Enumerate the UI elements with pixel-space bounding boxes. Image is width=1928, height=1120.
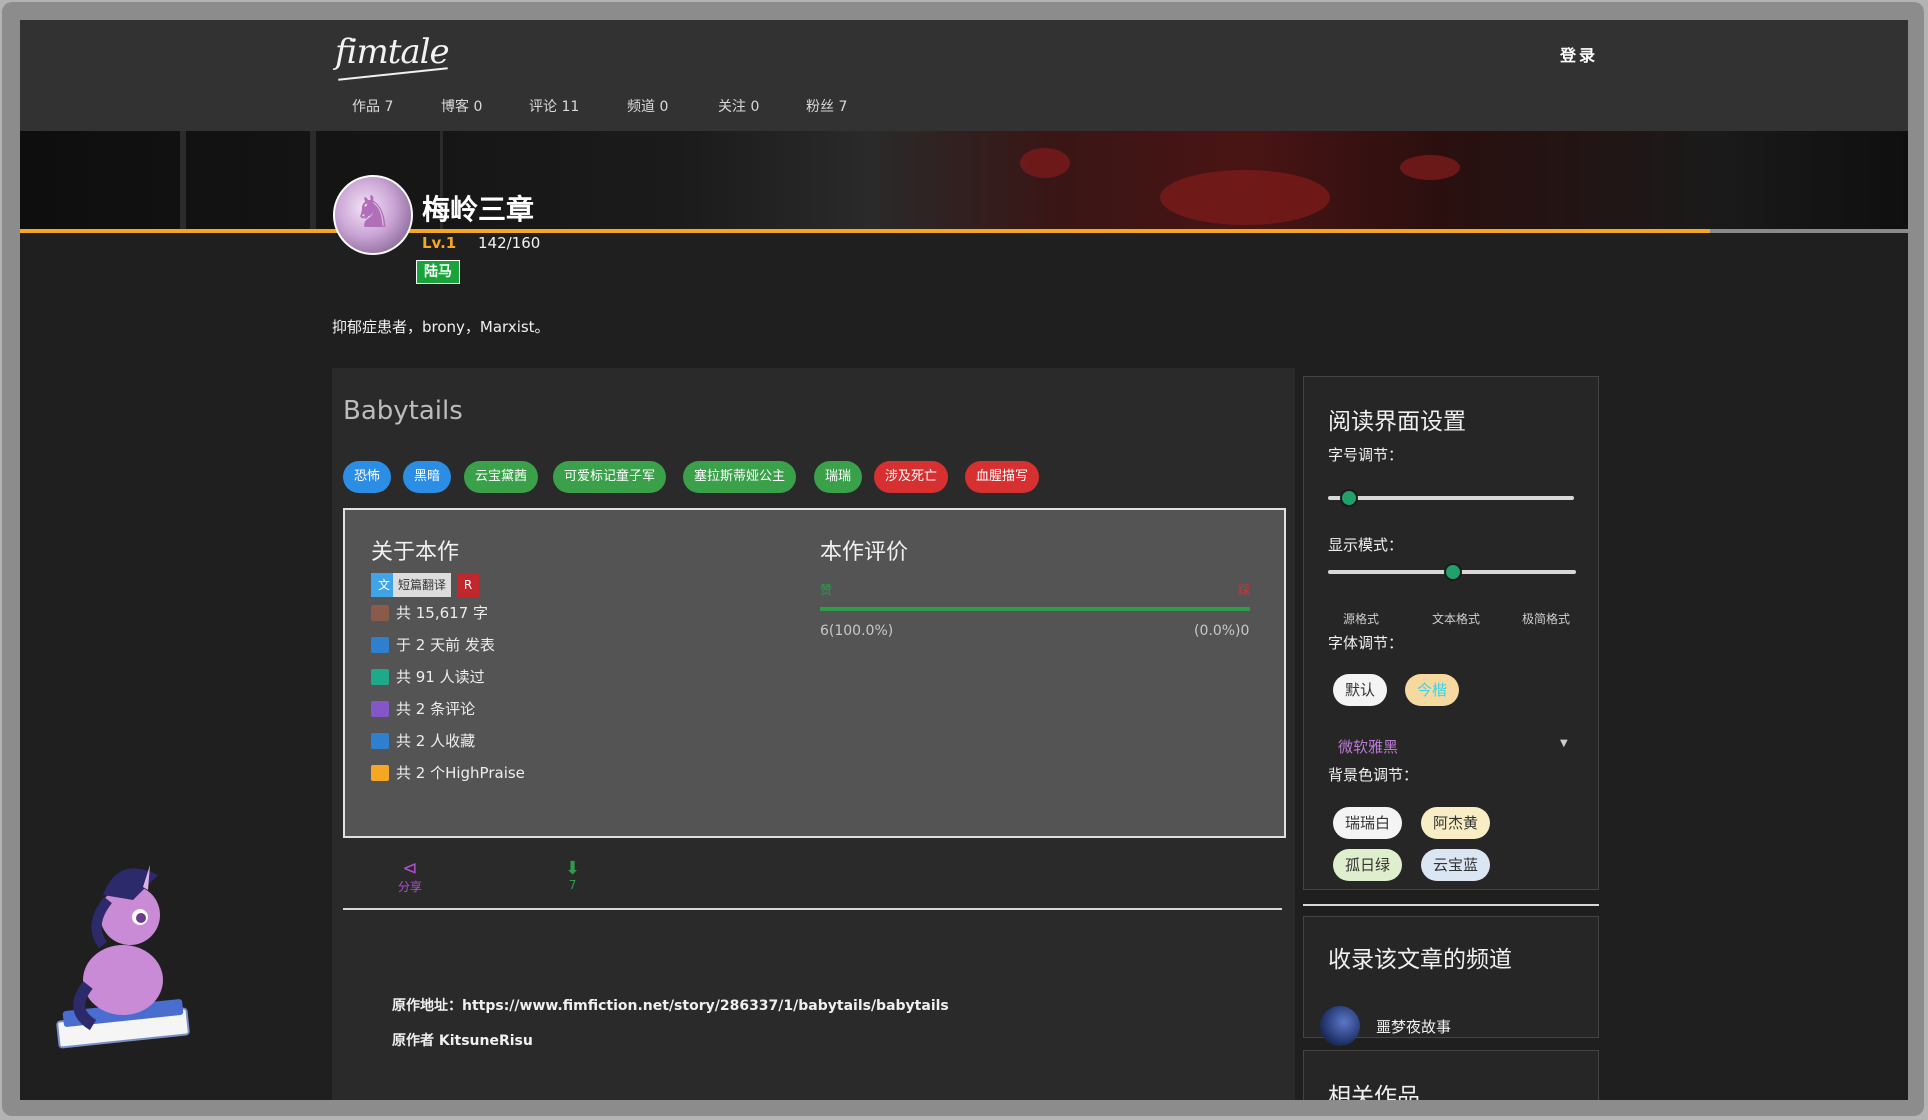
- category-rating: R: [457, 573, 479, 597]
- tab-comments[interactable]: 评论 11: [529, 96, 579, 116]
- browser-viewport: fimtale 登录 作品 7 博客 0 评论 11 频道 0 关注 0 粉丝 …: [20, 20, 1908, 1100]
- star-icon: [371, 765, 389, 781]
- tab-followers[interactable]: 粉丝 7: [806, 96, 847, 116]
- login-link[interactable]: 登录: [1560, 42, 1598, 66]
- channel-item[interactable]: 噩梦夜故事: [1376, 1016, 1451, 1037]
- book-icon: [371, 605, 389, 621]
- stat-comments: 共 2 条评论: [371, 698, 475, 720]
- background-label: 背景色调节：: [1328, 766, 1419, 784]
- channel-avatar[interactable]: [1320, 1006, 1360, 1046]
- mode-minimal[interactable]: 极简格式: [1522, 610, 1570, 627]
- channels-title: 收录该文章的频道: [1328, 947, 1512, 973]
- tag-death[interactable]: 涉及死亡: [874, 461, 949, 493]
- banner-streak: [310, 131, 316, 231]
- banner-streak: [180, 131, 186, 231]
- about-title: 关于本作: [371, 540, 460, 565]
- tab-channels[interactable]: 频道 0: [627, 96, 668, 116]
- chevron-down-icon[interactable]: ▼: [1560, 738, 1568, 749]
- rank-badge: 陆马: [416, 260, 460, 284]
- download-count: 7: [568, 878, 577, 892]
- banner-splatter: [1160, 170, 1330, 225]
- share-label: 分享: [398, 880, 423, 894]
- font-size-knob[interactable]: [1340, 489, 1358, 507]
- tab-blogs[interactable]: 博客 0: [441, 96, 482, 116]
- username: 梅岭三章: [422, 193, 535, 226]
- tag-gore[interactable]: 血腥描写: [965, 461, 1040, 493]
- profile-banner: [20, 131, 1908, 231]
- share-button[interactable]: ⊲ 分享: [398, 860, 422, 895]
- tab-works[interactable]: 作品 7: [352, 96, 393, 116]
- mode-text[interactable]: 文本格式: [1432, 610, 1480, 627]
- exp-progress-track: [1710, 229, 1908, 233]
- category-translation: 短篇翻译: [393, 573, 452, 597]
- tag-horror[interactable]: 恐怖: [343, 461, 392, 493]
- story-title[interactable]: Babytails: [343, 396, 463, 426]
- font-size-slider[interactable]: [1328, 496, 1574, 500]
- site-header: [20, 20, 1908, 131]
- calendar-icon: [371, 637, 389, 653]
- stat-reads: 共 91 人读过: [371, 666, 485, 688]
- panel-divider: [1303, 904, 1599, 906]
- stat-words: 共 15,617 字: [371, 602, 488, 624]
- source-url[interactable]: 原作地址：https://www.fimfiction.net/story/28…: [392, 995, 949, 1015]
- display-mode-label: 显示模式：: [1328, 536, 1404, 554]
- rating-up-count: 6(100.0%): [820, 623, 894, 639]
- section-divider: [343, 908, 1282, 910]
- exp-progress-fill: [20, 229, 1710, 233]
- bg-yellow-button[interactable]: 阿杰黄: [1421, 807, 1491, 839]
- comment-icon: [371, 701, 389, 717]
- bg-green-button[interactable]: 孤日绿: [1333, 849, 1403, 881]
- rating-title: 本作评价: [820, 540, 909, 565]
- tab-following[interactable]: 关注 0: [718, 96, 759, 116]
- related-title: 相关作品: [1328, 1084, 1420, 1100]
- avatar[interactable]: [333, 175, 413, 255]
- banner-splatter: [1400, 155, 1460, 180]
- font-select[interactable]: 微软雅黑: [1338, 736, 1398, 757]
- rating-bar: [820, 607, 1250, 611]
- mode-source[interactable]: 源格式: [1343, 610, 1379, 627]
- tag-rainbow-dash[interactable]: 云宝黛茜: [464, 461, 539, 493]
- user-level: Lv.1: [422, 234, 457, 252]
- tag-cutie-mark-crusaders[interactable]: 可爱标记童子军: [553, 461, 667, 493]
- rating-down-count: (0.0%)0: [1194, 623, 1250, 639]
- bookmark-icon: [371, 733, 389, 749]
- site-logo[interactable]: fimtale: [335, 32, 450, 72]
- download-icon: ⬇: [565, 858, 581, 879]
- rating-up-label[interactable]: 赞: [820, 581, 832, 598]
- download-button[interactable]: ⬇ 7: [565, 858, 581, 893]
- user-exp: 142/160: [478, 234, 541, 252]
- tag-rarity[interactable]: 瑞瑞: [814, 461, 863, 493]
- source-author: 原作者 KitsuneRisu: [392, 1033, 533, 1049]
- tag-dark[interactable]: 黑暗: [403, 461, 452, 493]
- rating-down-label[interactable]: 踩: [1238, 581, 1250, 598]
- font-label: 字体调节：: [1328, 634, 1404, 652]
- settings-title: 阅读界面设置: [1328, 409, 1466, 435]
- pony-mascot: [56, 865, 190, 1049]
- stat-favorites: 共 2 人收藏: [371, 730, 475, 752]
- tag-celestia[interactable]: 塞拉斯蒂娅公主: [683, 461, 797, 493]
- banner-splatter: [1020, 148, 1070, 178]
- display-mode-knob[interactable]: [1444, 563, 1462, 581]
- font-jinkai-button[interactable]: 今楷: [1405, 674, 1460, 706]
- stat-published: 于 2 天前 发表: [371, 634, 495, 656]
- eye-icon: [371, 669, 389, 685]
- bg-white-button[interactable]: 瑞瑞白: [1333, 807, 1403, 839]
- stat-highpraise: 共 2 个HighPraise: [371, 762, 525, 784]
- font-default-button[interactable]: 默认: [1333, 674, 1388, 706]
- share-icon: ⊲: [402, 858, 418, 879]
- font-size-label: 字号调节：: [1328, 446, 1404, 464]
- bg-blue-button[interactable]: 云宝蓝: [1421, 849, 1491, 881]
- user-bio: 抑郁症患者，brony，Marxist。: [332, 318, 550, 336]
